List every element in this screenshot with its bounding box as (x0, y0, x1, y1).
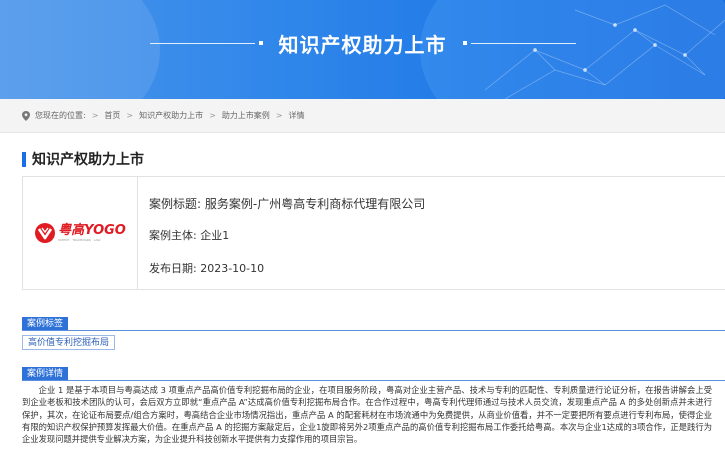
breadcrumb-separator: > (275, 111, 283, 120)
banner-divider-left (149, 42, 255, 44)
company-logo-box: 粤高YOGO PATENT · TRADEMARK · LAW (23, 177, 138, 289)
case-tags-divider (22, 330, 725, 331)
breadcrumb-bar: 您现在的位置: > 首页 > 知识产权助力上市 > 助力上市案例 > 详情 (0, 99, 725, 133)
case-detail-divider (22, 380, 725, 381)
banner-divider-dot (258, 41, 263, 45)
breadcrumb-separator: > (126, 111, 134, 120)
breadcrumb-separator: > (209, 111, 216, 120)
case-title: 案例标题: 服务案例-广州粤高专利商标代理有限公司 (149, 197, 426, 211)
hero-banner: 知识产权助力上市 (0, 0, 725, 99)
case-date: 发布日期: 2023-10-10 (149, 262, 265, 275)
section-title: 知识产权助力上市 (32, 152, 144, 168)
case-tag-chip[interactable]: 高价值专利挖掘布局 (22, 335, 116, 350)
breadcrumb: 您现在的位置: > 首页 > 知识产权助力上市 > 助力上市案例 > 详情 (22, 110, 305, 121)
banner-divider-right (470, 42, 576, 44)
logo-wordmark: 粤高YOGO (58, 223, 126, 238)
company-logo: 粤高YOGO PATENT · TRADEMARK · LAW (34, 222, 126, 244)
case-detail-label: 案例详情 (22, 367, 69, 381)
breadcrumb-ip-listing[interactable]: 知识产权助力上市 (139, 110, 203, 121)
breadcrumb-prefix: 您现在的位置: (35, 111, 86, 120)
banner-divider-dot (462, 41, 467, 45)
section-heading: 知识产权助力上市 (22, 149, 144, 169)
breadcrumb-current: 详情 (288, 111, 305, 120)
breadcrumb-separator: > (91, 111, 99, 120)
case-card: 粤高YOGO PATENT · TRADEMARK · LAW 案例标题: 服务… (22, 176, 725, 290)
heading-accent-bar (22, 151, 26, 167)
breadcrumb-cases[interactable]: 助力上市案例 (222, 110, 270, 121)
page-title: 知识产权助力上市 (278, 32, 447, 57)
location-pin-icon (22, 110, 30, 121)
case-subject: 案例主体: 企业1 (149, 229, 230, 242)
case-tags-label: 案例标签 (22, 317, 69, 331)
yogo-logo-mark-icon (35, 223, 56, 243)
case-detail-text: 企业 1 是基于本项目与粤高达成 3 项重点产品高价值专利挖掘布局的企业，在项目… (22, 385, 712, 445)
logo-tagline: PATENT · TRADEMARK · LAW (58, 238, 101, 242)
case-info: 案例标题: 服务案例-广州粤高专利商标代理有限公司 案例主体: 企业1 发布日期… (149, 195, 425, 293)
breadcrumb-home[interactable]: 首页 (104, 110, 120, 121)
